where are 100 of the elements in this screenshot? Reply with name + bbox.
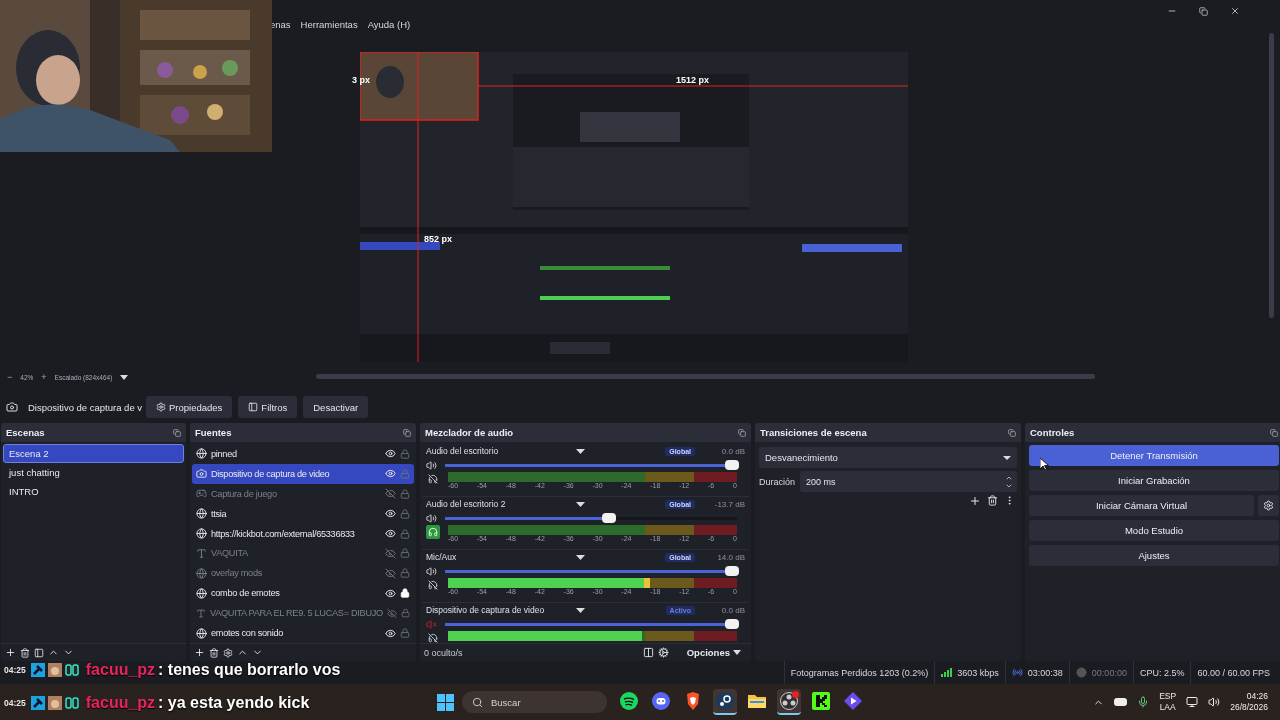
toolbar-button[interactable]: Desactivar: [303, 396, 369, 418]
volume-icon[interactable]: [1208, 696, 1221, 708]
volume-reading: 0.0 dB: [720, 605, 745, 615]
caret-icon[interactable]: [576, 554, 585, 560]
undock-icon[interactable]: [173, 428, 181, 437]
microphone-icon[interactable]: [1137, 696, 1150, 708]
source-item[interactable]: Captura de juego: [192, 483, 414, 504]
zoom-in-button[interactable]: +: [41, 372, 47, 382]
search-field[interactable]: Buscar: [462, 691, 607, 713]
source-item[interactable]: VAQUITA: [192, 543, 414, 564]
options-button[interactable]: Opciones: [680, 646, 747, 659]
zoom-out-button[interactable]: −: [7, 372, 13, 382]
undock-icon[interactable]: [1270, 428, 1278, 437]
delete-icon[interactable]: [20, 647, 30, 658]
undock-icon[interactable]: [738, 428, 746, 437]
eye-off-icon[interactable]: [385, 567, 396, 579]
slider-thumb[interactable]: [725, 619, 739, 629]
toolbar-button[interactable]: Filtros: [238, 396, 298, 418]
undock-icon[interactable]: [1008, 428, 1016, 437]
add-icon[interactable]: [194, 647, 205, 658]
scene-item[interactable]: Escena 2: [3, 444, 184, 463]
control-button[interactable]: Iniciar Cámara Virtual: [1029, 495, 1254, 516]
diamond-app-icon: [844, 692, 862, 710]
source-item[interactable]: https://kickbot.com/external/65336833: [192, 523, 414, 544]
delete-icon[interactable]: [209, 647, 219, 658]
eye-icon[interactable]: [385, 468, 396, 480]
eye-off-icon[interactable]: [385, 548, 396, 559]
lock-icon[interactable]: [400, 588, 410, 599]
toolbar-button[interactable]: Propiedades: [146, 396, 233, 418]
menu-item[interactable]: Herramientas: [300, 19, 358, 30]
slider-thumb[interactable]: [602, 513, 617, 523]
source-item[interactable]: emotes con sonido: [192, 623, 414, 643]
add-icon[interactable]: [969, 495, 981, 507]
source-name: overlay mods: [211, 568, 264, 579]
settings-button[interactable]: [1258, 495, 1279, 516]
headphones-off-icon[interactable]: [426, 472, 440, 486]
filter-icon: [248, 402, 259, 412]
chat-message: : ya esta yendo kick: [158, 694, 310, 712]
delete-icon[interactable]: [987, 495, 998, 506]
source-item[interactable]: pinned: [192, 444, 414, 464]
network-icon[interactable]: [1186, 696, 1199, 708]
control-button[interactable]: Ajustes: [1029, 545, 1279, 566]
eye-off-icon[interactable]: [385, 488, 396, 500]
taskbar-app[interactable]: [713, 689, 737, 715]
language-indicator[interactable]: ESP LAA: [1159, 691, 1177, 713]
control-button[interactable]: Iniciar Grabación: [1029, 470, 1279, 491]
eye-icon[interactable]: [385, 627, 396, 639]
headphones-off-icon[interactable]: [426, 631, 440, 643]
close-icon[interactable]: [1230, 6, 1240, 16]
steam-app-icon: [716, 692, 734, 710]
source-item[interactable]: Dispositivo de captura de video: [192, 463, 414, 484]
source-item[interactable]: combo de emotes: [192, 583, 414, 604]
speaker-icon[interactable]: [426, 459, 437, 471]
source-item[interactable]: ttsia: [192, 503, 414, 524]
globe-icon: [196, 627, 207, 639]
filter-icon[interactable]: [34, 647, 44, 658]
add-icon[interactable]: [5, 647, 16, 658]
layout-icon[interactable]: [642, 647, 654, 658]
volume-reading: 0.0 dB: [720, 446, 745, 456]
source-item[interactable]: VAQUITA PARA EL RE9. 5 LUCAS= DIBUJO: [192, 603, 414, 624]
slider-thumb[interactable]: [725, 566, 739, 576]
control-button[interactable]: Modo Estudio: [1029, 520, 1279, 541]
eye-icon[interactable]: [385, 528, 396, 540]
undock-icon[interactable]: [403, 428, 411, 437]
transition-select[interactable]: Desvanecimiento: [759, 447, 1017, 468]
duration-field[interactable]: 200 ms: [800, 471, 1017, 492]
eye-icon[interactable]: [385, 587, 396, 599]
caret-icon[interactable]: [120, 374, 129, 380]
menu-item[interactable]: Ayuda (H): [367, 19, 411, 30]
chat-app-icon: [652, 692, 670, 710]
scene-item[interactable]: just chatting: [3, 463, 184, 482]
eye-icon[interactable]: [385, 508, 396, 520]
caret-icon: [1003, 455, 1011, 460]
taskbar-app[interactable]: [777, 689, 801, 715]
caret-icon[interactable]: [576, 607, 585, 613]
settings-icon[interactable]: [223, 647, 233, 658]
eye-off-icon[interactable]: [386, 607, 397, 619]
speaker-icon[interactable]: [426, 565, 437, 577]
source-name: pinned: [211, 448, 238, 459]
control-button[interactable]: Detener Transmisión: [1029, 445, 1279, 466]
speaker-icon[interactable]: [426, 512, 437, 524]
headphones-icon[interactable]: [426, 525, 440, 539]
headphones-off-icon[interactable]: [426, 578, 440, 592]
restore-icon[interactable]: [1199, 6, 1208, 16]
source-name: combo de emotes: [211, 588, 281, 599]
caret-icon[interactable]: [576, 501, 585, 507]
slider-thumb[interactable]: [725, 460, 739, 470]
chat-username: facuu_pz: [85, 661, 156, 679]
source-item[interactable]: overlay mods: [192, 563, 414, 584]
clock[interactable]: 04:26 26/8/2026: [1230, 691, 1268, 713]
caret-icon[interactable]: [576, 448, 585, 454]
volume-reading: 14.0 dB: [716, 552, 745, 562]
stream-time: 03:00:38: [1027, 667, 1063, 678]
fps: 60.00 / 60.00 FPS: [1197, 667, 1270, 678]
windows-icon[interactable]: [437, 693, 454, 711]
camera-icon: [6, 401, 18, 413]
eye-icon[interactable]: [385, 448, 396, 460]
settings-icon[interactable]: [657, 647, 669, 658]
channel-name: Audio del escritorio: [426, 446, 500, 456]
scene-item[interactable]: INTRO: [3, 482, 184, 501]
